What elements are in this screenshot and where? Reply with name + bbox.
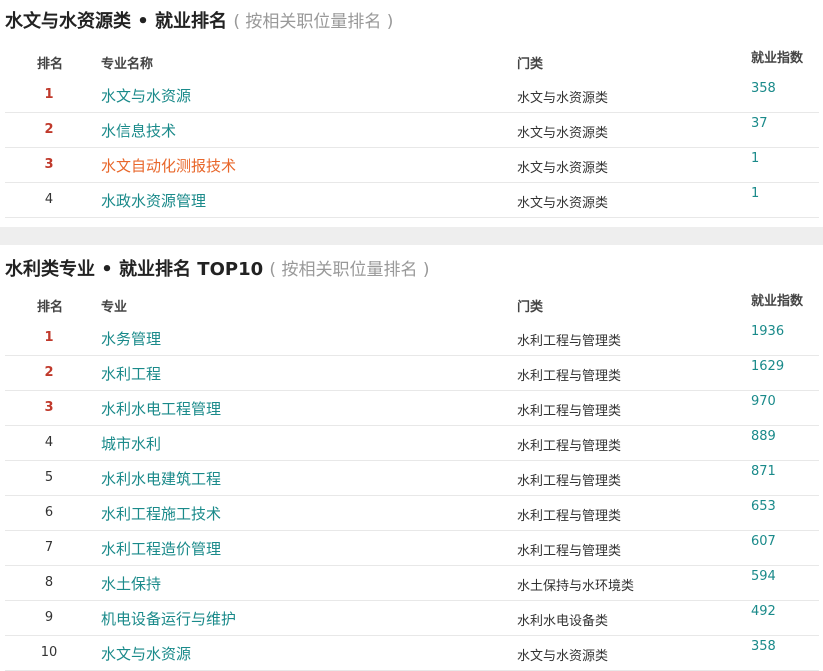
table-row: 2 水利工程 水利工程与管理类 1629 <box>5 356 819 391</box>
category-text: 水利工程与管理类 <box>517 509 622 524</box>
category-text: 水文与水资源类 <box>517 161 609 176</box>
employment-index: 1629 <box>751 359 785 374</box>
employment-index: 607 <box>751 534 776 549</box>
employment-index: 889 <box>751 429 776 444</box>
rank-number: 1 <box>44 330 54 345</box>
table-row: 10 水文与水资源 水文与水资源类 358 <box>5 636 819 671</box>
ranking-table: 排名 专业名称 门类 就业指数 1 水文与水资源 水文与水资源类 358 2 水… <box>5 42 819 218</box>
section-subtitle: ( 按相关职位量排名 ) <box>233 12 394 32</box>
section-subtitle: ( 按相关职位量排名 ) <box>269 260 430 280</box>
major-link[interactable]: 水利工程 <box>101 363 161 384</box>
table-row: 9 机电设备运行与维护 水利水电设备类 492 <box>5 601 819 636</box>
major-link[interactable]: 水土保持 <box>101 573 161 594</box>
section-divider <box>0 227 823 245</box>
rank-number: 4 <box>44 435 54 450</box>
major-link[interactable]: 水利水电工程管理 <box>101 398 221 419</box>
employment-index: 358 <box>751 81 776 96</box>
rank-number: 7 <box>44 540 54 555</box>
header-category: 门类 <box>517 57 544 72</box>
category-text: 水文与水资源类 <box>517 196 609 211</box>
table-row: 4 城市水利 水利工程与管理类 889 <box>5 426 819 461</box>
rank-number: 10 <box>40 645 58 660</box>
table-row: 8 水土保持 水土保持与水环境类 594 <box>5 566 819 601</box>
major-link[interactable]: 水务管理 <box>101 328 161 349</box>
table-row: 1 水文与水资源 水文与水资源类 358 <box>5 78 819 113</box>
header-rank: 排名 <box>37 57 64 72</box>
table-row: 3 水文自动化测报技术 水文与水资源类 1 <box>5 148 819 183</box>
rank-number: 5 <box>44 470 54 485</box>
table-header: 排名 专业名称 门类 就业指数 <box>5 42 819 78</box>
major-link[interactable]: 城市水利 <box>101 433 161 454</box>
table-row: 3 水利水电工程管理 水利工程与管理类 970 <box>5 391 819 426</box>
employment-index: 1 <box>751 151 760 166</box>
rank-number: 4 <box>44 192 54 207</box>
header-category: 门类 <box>517 300 544 315</box>
section-title: 水利类专业 • 就业排名 TOP10 ( 按相关职位量排名 ) <box>5 258 429 282</box>
major-link[interactable]: 水文与水资源 <box>101 643 191 664</box>
major-link[interactable]: 水利水电建筑工程 <box>101 468 221 489</box>
section-title: 水文与水资源类 • 就业排名 ( 按相关职位量排名 ) <box>5 10 393 34</box>
employment-index: 970 <box>751 394 776 409</box>
section-title-text: 水利类专业 • 就业排名 TOP10 <box>5 259 264 280</box>
employment-index: 1 <box>751 186 760 201</box>
table-header: 排名 专业 门类 就业指数 <box>5 285 819 321</box>
category-text: 水利工程与管理类 <box>517 334 622 349</box>
major-link[interactable]: 水信息技术 <box>101 120 176 141</box>
category-text: 水文与水资源类 <box>517 126 609 141</box>
category-text: 水利工程与管理类 <box>517 439 622 454</box>
table-row: 6 水利工程施工技术 水利工程与管理类 653 <box>5 496 819 531</box>
header-index: 就业指数 <box>751 51 804 66</box>
major-link[interactable]: 机电设备运行与维护 <box>101 608 236 629</box>
employment-index: 653 <box>751 499 776 514</box>
section-title-text: 水文与水资源类 • 就业排名 <box>5 11 228 32</box>
employment-index: 358 <box>751 639 776 654</box>
category-text: 水利工程与管理类 <box>517 544 622 559</box>
rank-number: 2 <box>44 122 54 137</box>
table-row: 4 水政水资源管理 水文与水资源类 1 <box>5 183 819 218</box>
employment-index: 492 <box>751 604 776 619</box>
rank-number: 3 <box>44 157 54 172</box>
major-link[interactable]: 水利工程造价管理 <box>101 538 221 559</box>
category-text: 水利工程与管理类 <box>517 474 622 489</box>
category-text: 水利工程与管理类 <box>517 369 622 384</box>
employment-index: 871 <box>751 464 776 479</box>
table-row: 2 水信息技术 水文与水资源类 37 <box>5 113 819 148</box>
rank-number: 2 <box>44 365 54 380</box>
table-row: 7 水利工程造价管理 水利工程与管理类 607 <box>5 531 819 566</box>
header-index: 就业指数 <box>751 294 804 309</box>
employment-index: 1936 <box>751 324 785 339</box>
table-row: 1 水务管理 水利工程与管理类 1936 <box>5 321 819 356</box>
major-link[interactable]: 水文与水资源 <box>101 85 191 106</box>
header-name: 专业 <box>101 300 128 315</box>
category-text: 水文与水资源类 <box>517 91 609 106</box>
major-link-hovered[interactable]: 水文自动化测报技术 <box>101 155 236 176</box>
category-text: 水文与水资源类 <box>517 649 609 664</box>
major-link[interactable]: 水利工程施工技术 <box>101 503 221 524</box>
category-text: 水利水电设备类 <box>517 614 609 629</box>
category-text: 水利工程与管理类 <box>517 404 622 419</box>
category-text: 水土保持与水环境类 <box>517 579 635 594</box>
rank-number: 1 <box>44 87 54 102</box>
rank-number: 6 <box>44 505 54 520</box>
rank-number: 8 <box>44 575 54 590</box>
table-row: 5 水利水电建筑工程 水利工程与管理类 871 <box>5 461 819 496</box>
header-name: 专业名称 <box>101 57 154 72</box>
employment-index: 594 <box>751 569 776 584</box>
rank-number: 9 <box>44 610 54 625</box>
major-link[interactable]: 水政水资源管理 <box>101 190 206 211</box>
rank-number: 3 <box>44 400 54 415</box>
employment-index: 37 <box>751 116 768 131</box>
header-rank: 排名 <box>37 300 64 315</box>
ranking-table: 排名 专业 门类 就业指数 1 水务管理 水利工程与管理类 1936 2 水利工… <box>5 285 819 671</box>
